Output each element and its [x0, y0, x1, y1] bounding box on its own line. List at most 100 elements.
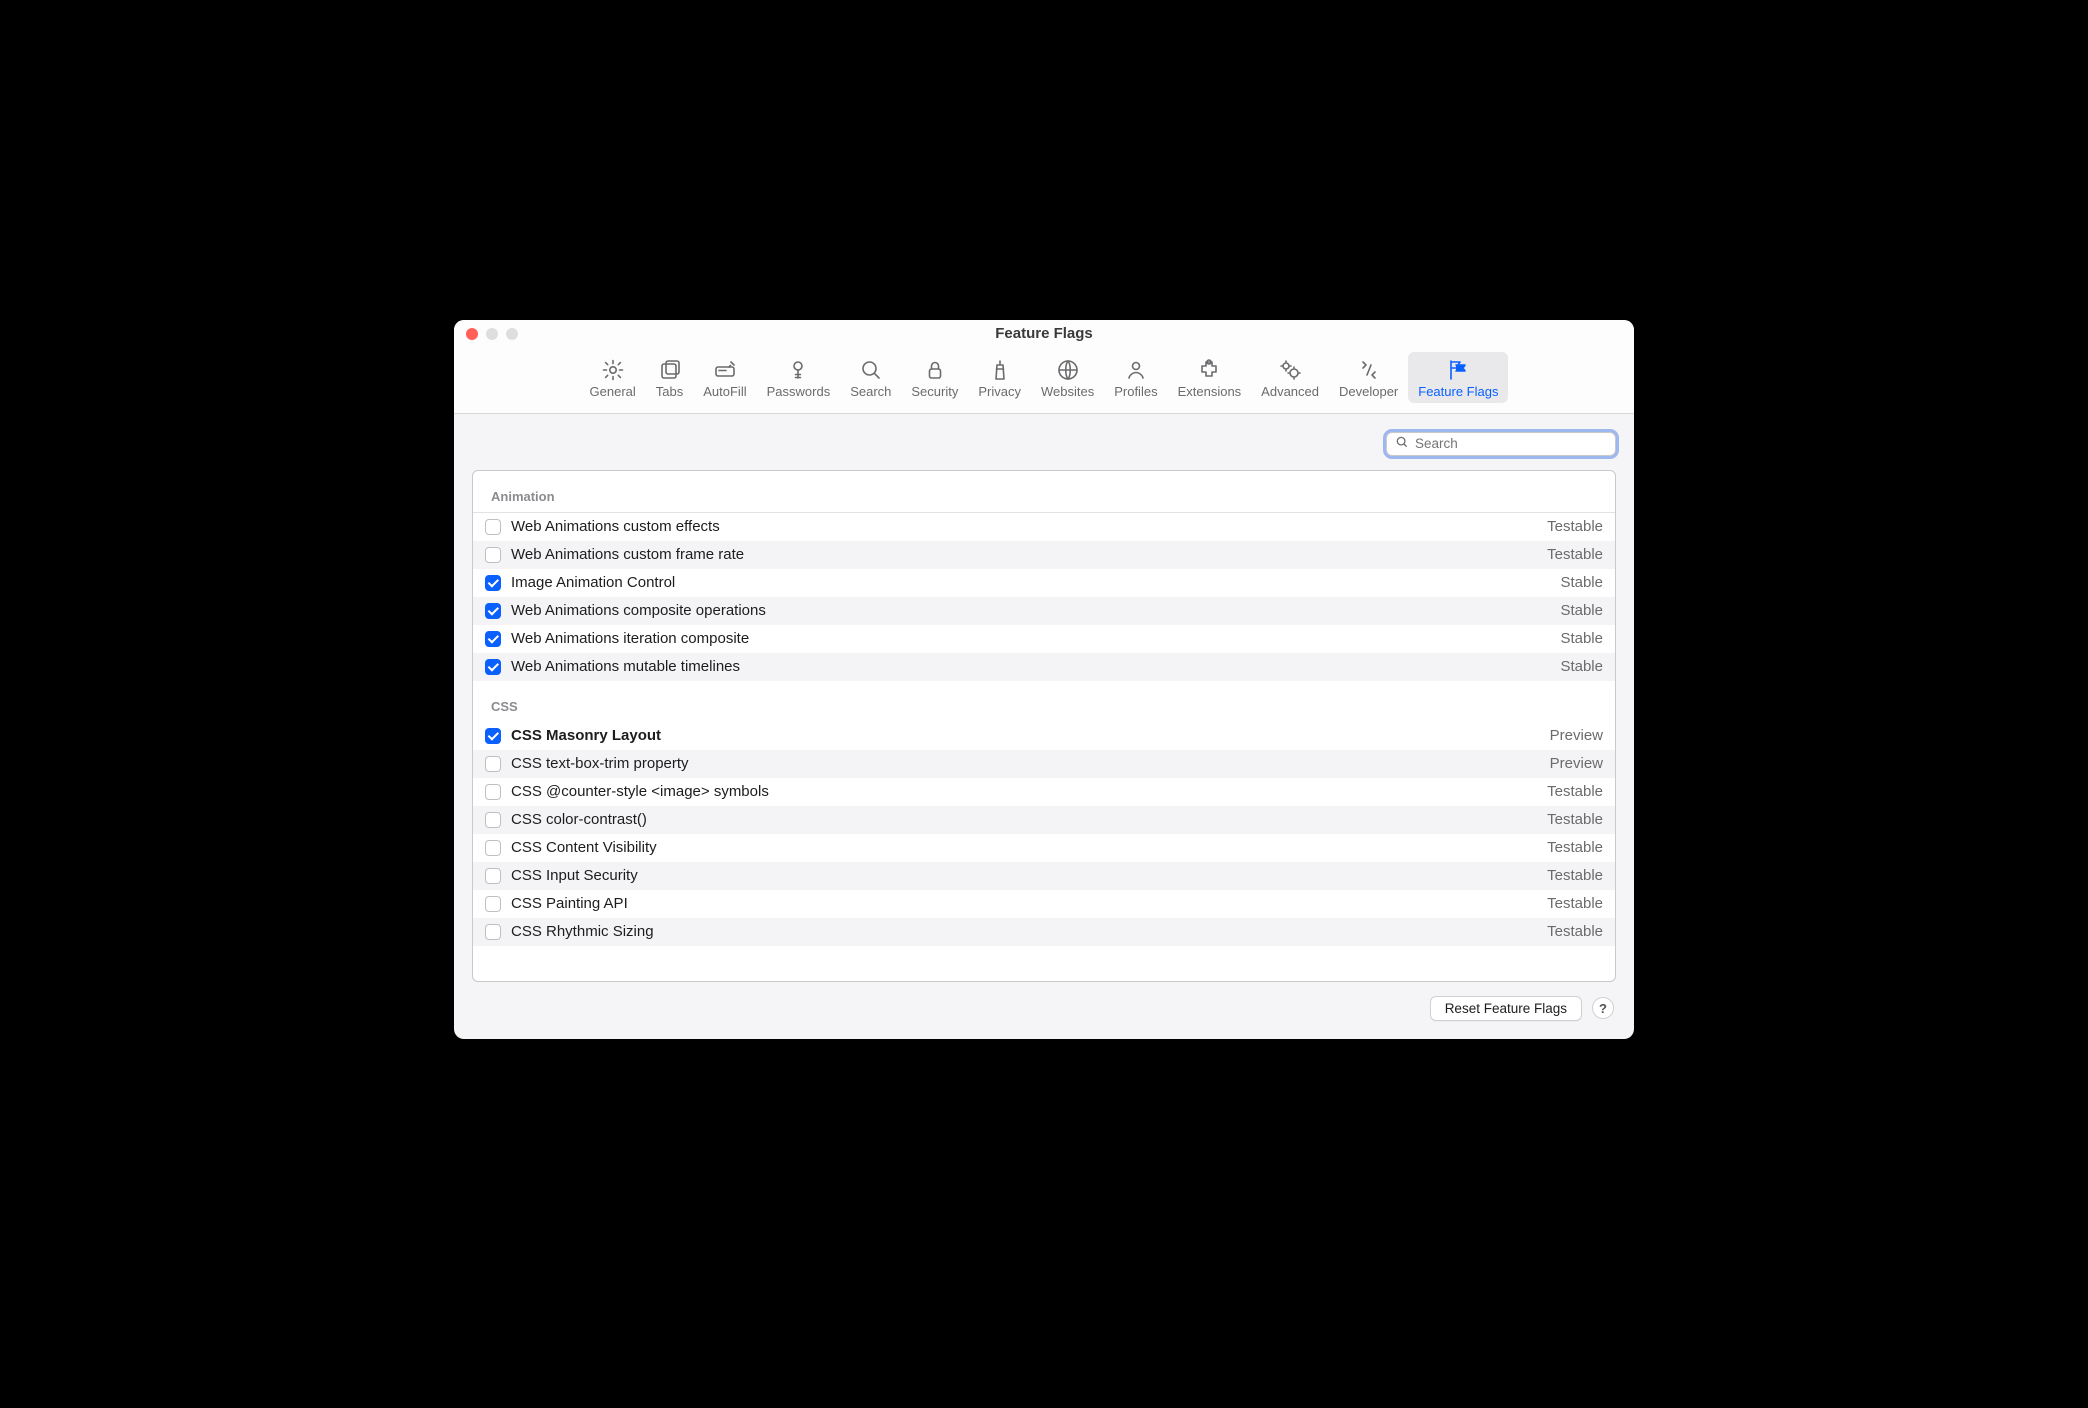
flag-checkbox[interactable] [485, 840, 501, 856]
preferences-toolbar: General Tabs AutoFill PasswordsSearch Securi… [454, 348, 1634, 414]
close-window-button[interactable] [466, 328, 478, 340]
flag-label: CSS Painting API [511, 895, 1537, 912]
section-header: CSS [473, 681, 1615, 722]
flag-status: Preview [1550, 727, 1603, 744]
tab-general[interactable]: General [580, 352, 646, 403]
flag-status: Testable [1547, 839, 1603, 856]
flag-status: Testable [1547, 895, 1603, 912]
tab-label: Feature Flags [1418, 384, 1498, 399]
titlebar: Feature Flags [454, 320, 1634, 348]
profiles-icon [1124, 358, 1148, 382]
flag-checkbox[interactable] [485, 868, 501, 884]
tab-feature-flags[interactable]: Feature Flags [1408, 352, 1508, 403]
tab-passwords[interactable]: Passwords [757, 352, 841, 403]
help-button[interactable]: ? [1592, 997, 1614, 1019]
flag-row[interactable]: Image Animation ControlStable [473, 569, 1615, 597]
preferences-window: Feature Flags General Tabs AutoFill Passwor… [454, 320, 1634, 1039]
flag-status: Preview [1550, 755, 1603, 772]
flag-checkbox[interactable] [485, 519, 501, 535]
tab-privacy[interactable]: Privacy [968, 352, 1031, 403]
flag-status: Testable [1547, 783, 1603, 800]
flag-label: Web Animations custom effects [511, 518, 1537, 535]
search-input[interactable] [1415, 436, 1607, 451]
flag-label: Web Animations iteration composite [511, 630, 1550, 647]
search-icon [859, 358, 883, 382]
flag-label: Web Animations custom frame rate [511, 546, 1537, 563]
flag-checkbox[interactable] [485, 812, 501, 828]
flag-label: Image Animation Control [511, 574, 1550, 591]
search-icon [1395, 435, 1409, 452]
tab-advanced[interactable]: Advanced [1251, 352, 1329, 403]
flag-row[interactable]: CSS Painting API Testable [473, 890, 1615, 918]
flag-row[interactable]: Web Animations composite operationsStabl… [473, 597, 1615, 625]
tab-label: Extensions [1178, 384, 1242, 399]
flag-label: Web Animations mutable timelines [511, 658, 1550, 675]
zoom-window-button[interactable] [506, 328, 518, 340]
flag-checkbox[interactable] [485, 924, 501, 940]
developer-icon [1357, 358, 1381, 382]
flag-checkbox[interactable] [485, 784, 501, 800]
general-icon [601, 358, 625, 382]
flag-row[interactable]: CSS @counter-style <image> symbols Testab… [473, 778, 1615, 806]
flag-status: Testable [1547, 811, 1603, 828]
tab-label: Developer [1339, 384, 1398, 399]
flag-checkbox[interactable] [485, 631, 501, 647]
websites-icon [1056, 358, 1080, 382]
security-icon [923, 358, 947, 382]
tab-profiles[interactable]: Profiles [1104, 352, 1167, 403]
flag-status: Testable [1547, 923, 1603, 940]
flag-checkbox[interactable] [485, 603, 501, 619]
flag-row[interactable]: Web Animations iteration compositeStable [473, 625, 1615, 653]
flag-checkbox[interactable] [485, 756, 501, 772]
feature-flags-list: AnimationWeb Animations custom effectsTe… [472, 470, 1616, 982]
tab-label: Websites [1041, 384, 1094, 399]
flag-checkbox[interactable] [485, 659, 501, 675]
flag-label: CSS Rhythmic Sizing [511, 923, 1537, 940]
privacy-icon [988, 358, 1012, 382]
feature-flags-scroll[interactable]: AnimationWeb Animations custom effectsTe… [473, 471, 1615, 981]
flag-row[interactable]: Web Animations mutable timelines Stable [473, 653, 1615, 681]
flag-checkbox[interactable] [485, 547, 501, 563]
feature-flags-icon [1446, 358, 1470, 382]
flag-row[interactable]: CSS Masonry Layout Preview [473, 722, 1615, 750]
flag-label: CSS @counter-style <image> symbols [511, 783, 1537, 800]
flag-row[interactable]: CSS color-contrast() Testable [473, 806, 1615, 834]
autofill-icon [713, 358, 737, 382]
flag-row[interactable]: CSS Input SecurityTestable [473, 862, 1615, 890]
tab-label: AutoFill [703, 384, 746, 399]
window-controls [466, 328, 518, 340]
flag-checkbox[interactable] [485, 575, 501, 591]
tab-extensions[interactable]: Extensions [1168, 352, 1252, 403]
footer: Reset Feature Flags ? [472, 996, 1616, 1025]
flag-status: Testable [1547, 867, 1603, 884]
flag-row[interactable]: Web Animations custom frame rateTestable [473, 541, 1615, 569]
advanced-icon [1278, 358, 1302, 382]
tab-label: Security [911, 384, 958, 399]
reset-feature-flags-button[interactable]: Reset Feature Flags [1430, 996, 1582, 1021]
tab-tabs[interactable]: Tabs [646, 352, 693, 403]
tab-search[interactable]: Search [840, 352, 901, 403]
section-header: Animation [473, 471, 1615, 513]
tab-autofill[interactable]: AutoFill [693, 352, 756, 403]
minimize-window-button[interactable] [486, 328, 498, 340]
flag-status: Stable [1560, 658, 1603, 675]
tab-websites[interactable]: Websites [1031, 352, 1104, 403]
flag-status: Stable [1560, 602, 1603, 619]
tab-developer[interactable]: Developer [1329, 352, 1408, 403]
flag-label: CSS Masonry Layout [511, 727, 1540, 744]
flag-checkbox[interactable] [485, 728, 501, 744]
search-field[interactable] [1386, 432, 1616, 456]
tab-label: General [590, 384, 636, 399]
flag-label: CSS color-contrast() [511, 811, 1537, 828]
flag-row[interactable]: Web Animations custom effectsTestable [473, 513, 1615, 541]
flag-label: CSS text-box-trim property [511, 755, 1540, 772]
flag-label: CSS Content Visibility [511, 839, 1537, 856]
tab-label: Privacy [978, 384, 1021, 399]
tab-security[interactable]: Security [901, 352, 968, 403]
flag-checkbox[interactable] [485, 896, 501, 912]
flag-row[interactable]: CSS text-box-trim property Preview [473, 750, 1615, 778]
flag-row[interactable]: CSS Content Visibility Testable [473, 834, 1615, 862]
flag-row[interactable]: CSS Rhythmic Sizing Testable [473, 918, 1615, 946]
tabs-icon [658, 358, 682, 382]
window-title: Feature Flags [454, 325, 1634, 342]
